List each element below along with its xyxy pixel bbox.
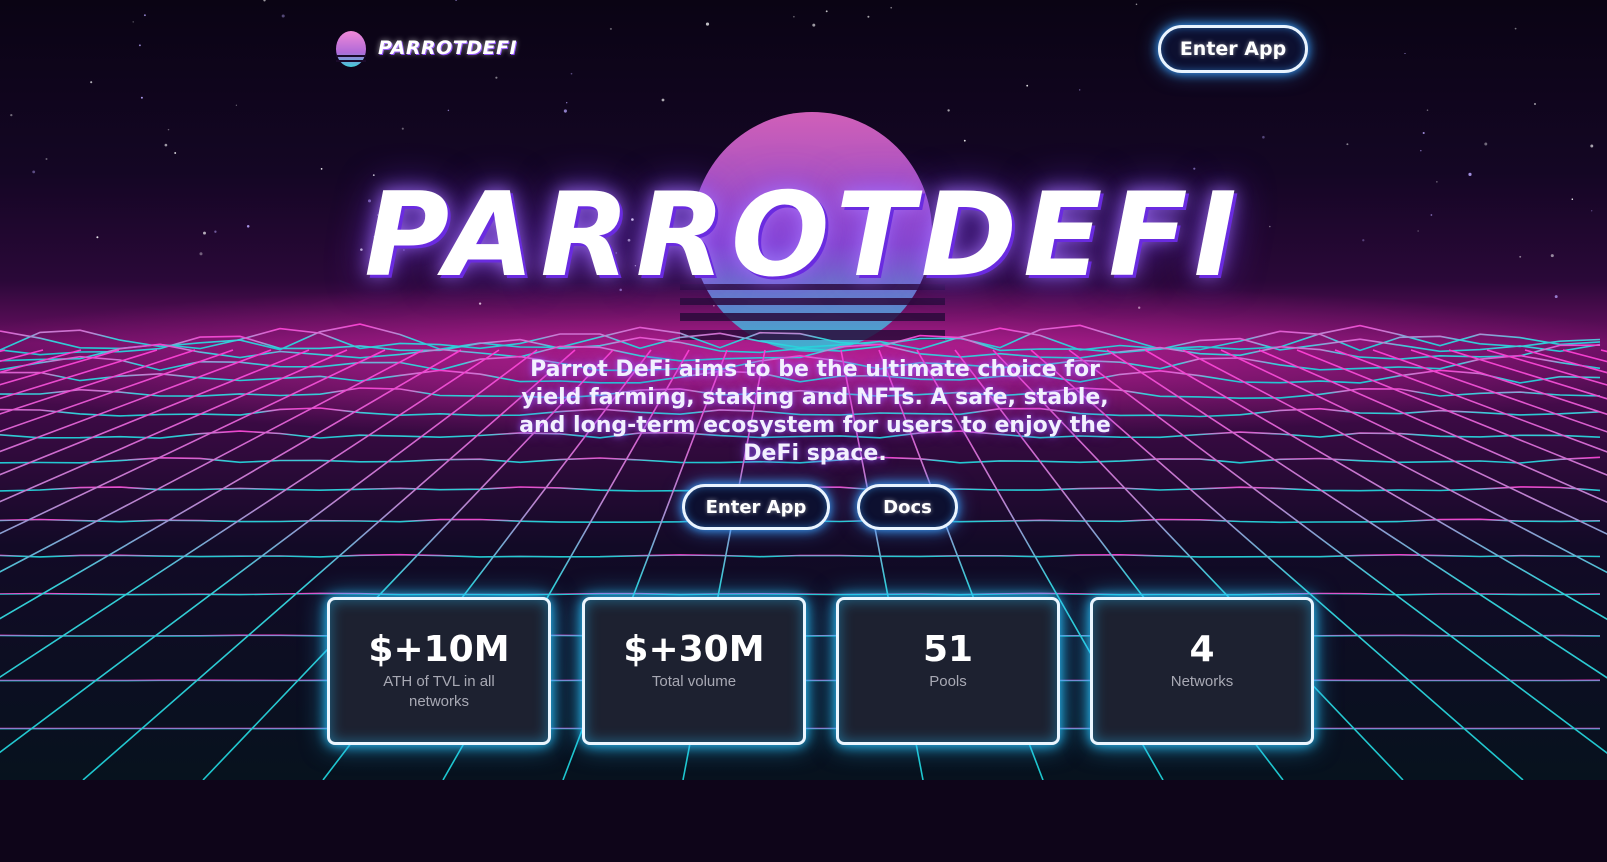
hero-enter-app-label: Enter App xyxy=(705,496,807,518)
stat-label: Total volume xyxy=(651,673,737,690)
hero-enter-app-button[interactable]: Enter App xyxy=(682,484,830,530)
stat-label: Pools xyxy=(929,673,967,690)
brand-name: PARROTDEFI xyxy=(378,37,518,59)
stat-value: $+30M xyxy=(623,629,765,670)
hero-section: PARROTDEFI Enter App PARROTDEFI Parrot D… xyxy=(0,0,1607,780)
docs-label: Docs xyxy=(883,496,932,518)
nav-enter-app-label: Enter App xyxy=(1179,38,1287,60)
hero-tagline: Parrot DeFi aims to be the ultimate choi… xyxy=(519,357,1111,466)
docs-button[interactable]: Docs xyxy=(857,484,958,530)
stat-value: 4 xyxy=(1189,629,1215,670)
stat-label: ATH of TVL in all networks xyxy=(383,673,495,710)
stat-card-networks: 4 Networks xyxy=(1090,597,1314,745)
retro-sun-egg-icon xyxy=(336,31,366,67)
nav-enter-app-button[interactable]: Enter App xyxy=(1158,25,1308,73)
stat-value: 51 xyxy=(922,629,974,670)
page-footer-band xyxy=(0,780,1607,862)
brand-logo[interactable]: PARROTDEFI xyxy=(334,28,517,68)
stat-card-tvl: $+10M ATH of TVL in all networks xyxy=(327,597,551,745)
stat-label: Networks xyxy=(1170,673,1234,690)
stat-card-volume: $+30M Total volume xyxy=(582,597,806,745)
hero-title: PARROTDEFI xyxy=(364,168,1243,303)
stat-card-pools: 51 Pools xyxy=(836,597,1060,745)
stat-value: $+10M xyxy=(368,629,510,670)
